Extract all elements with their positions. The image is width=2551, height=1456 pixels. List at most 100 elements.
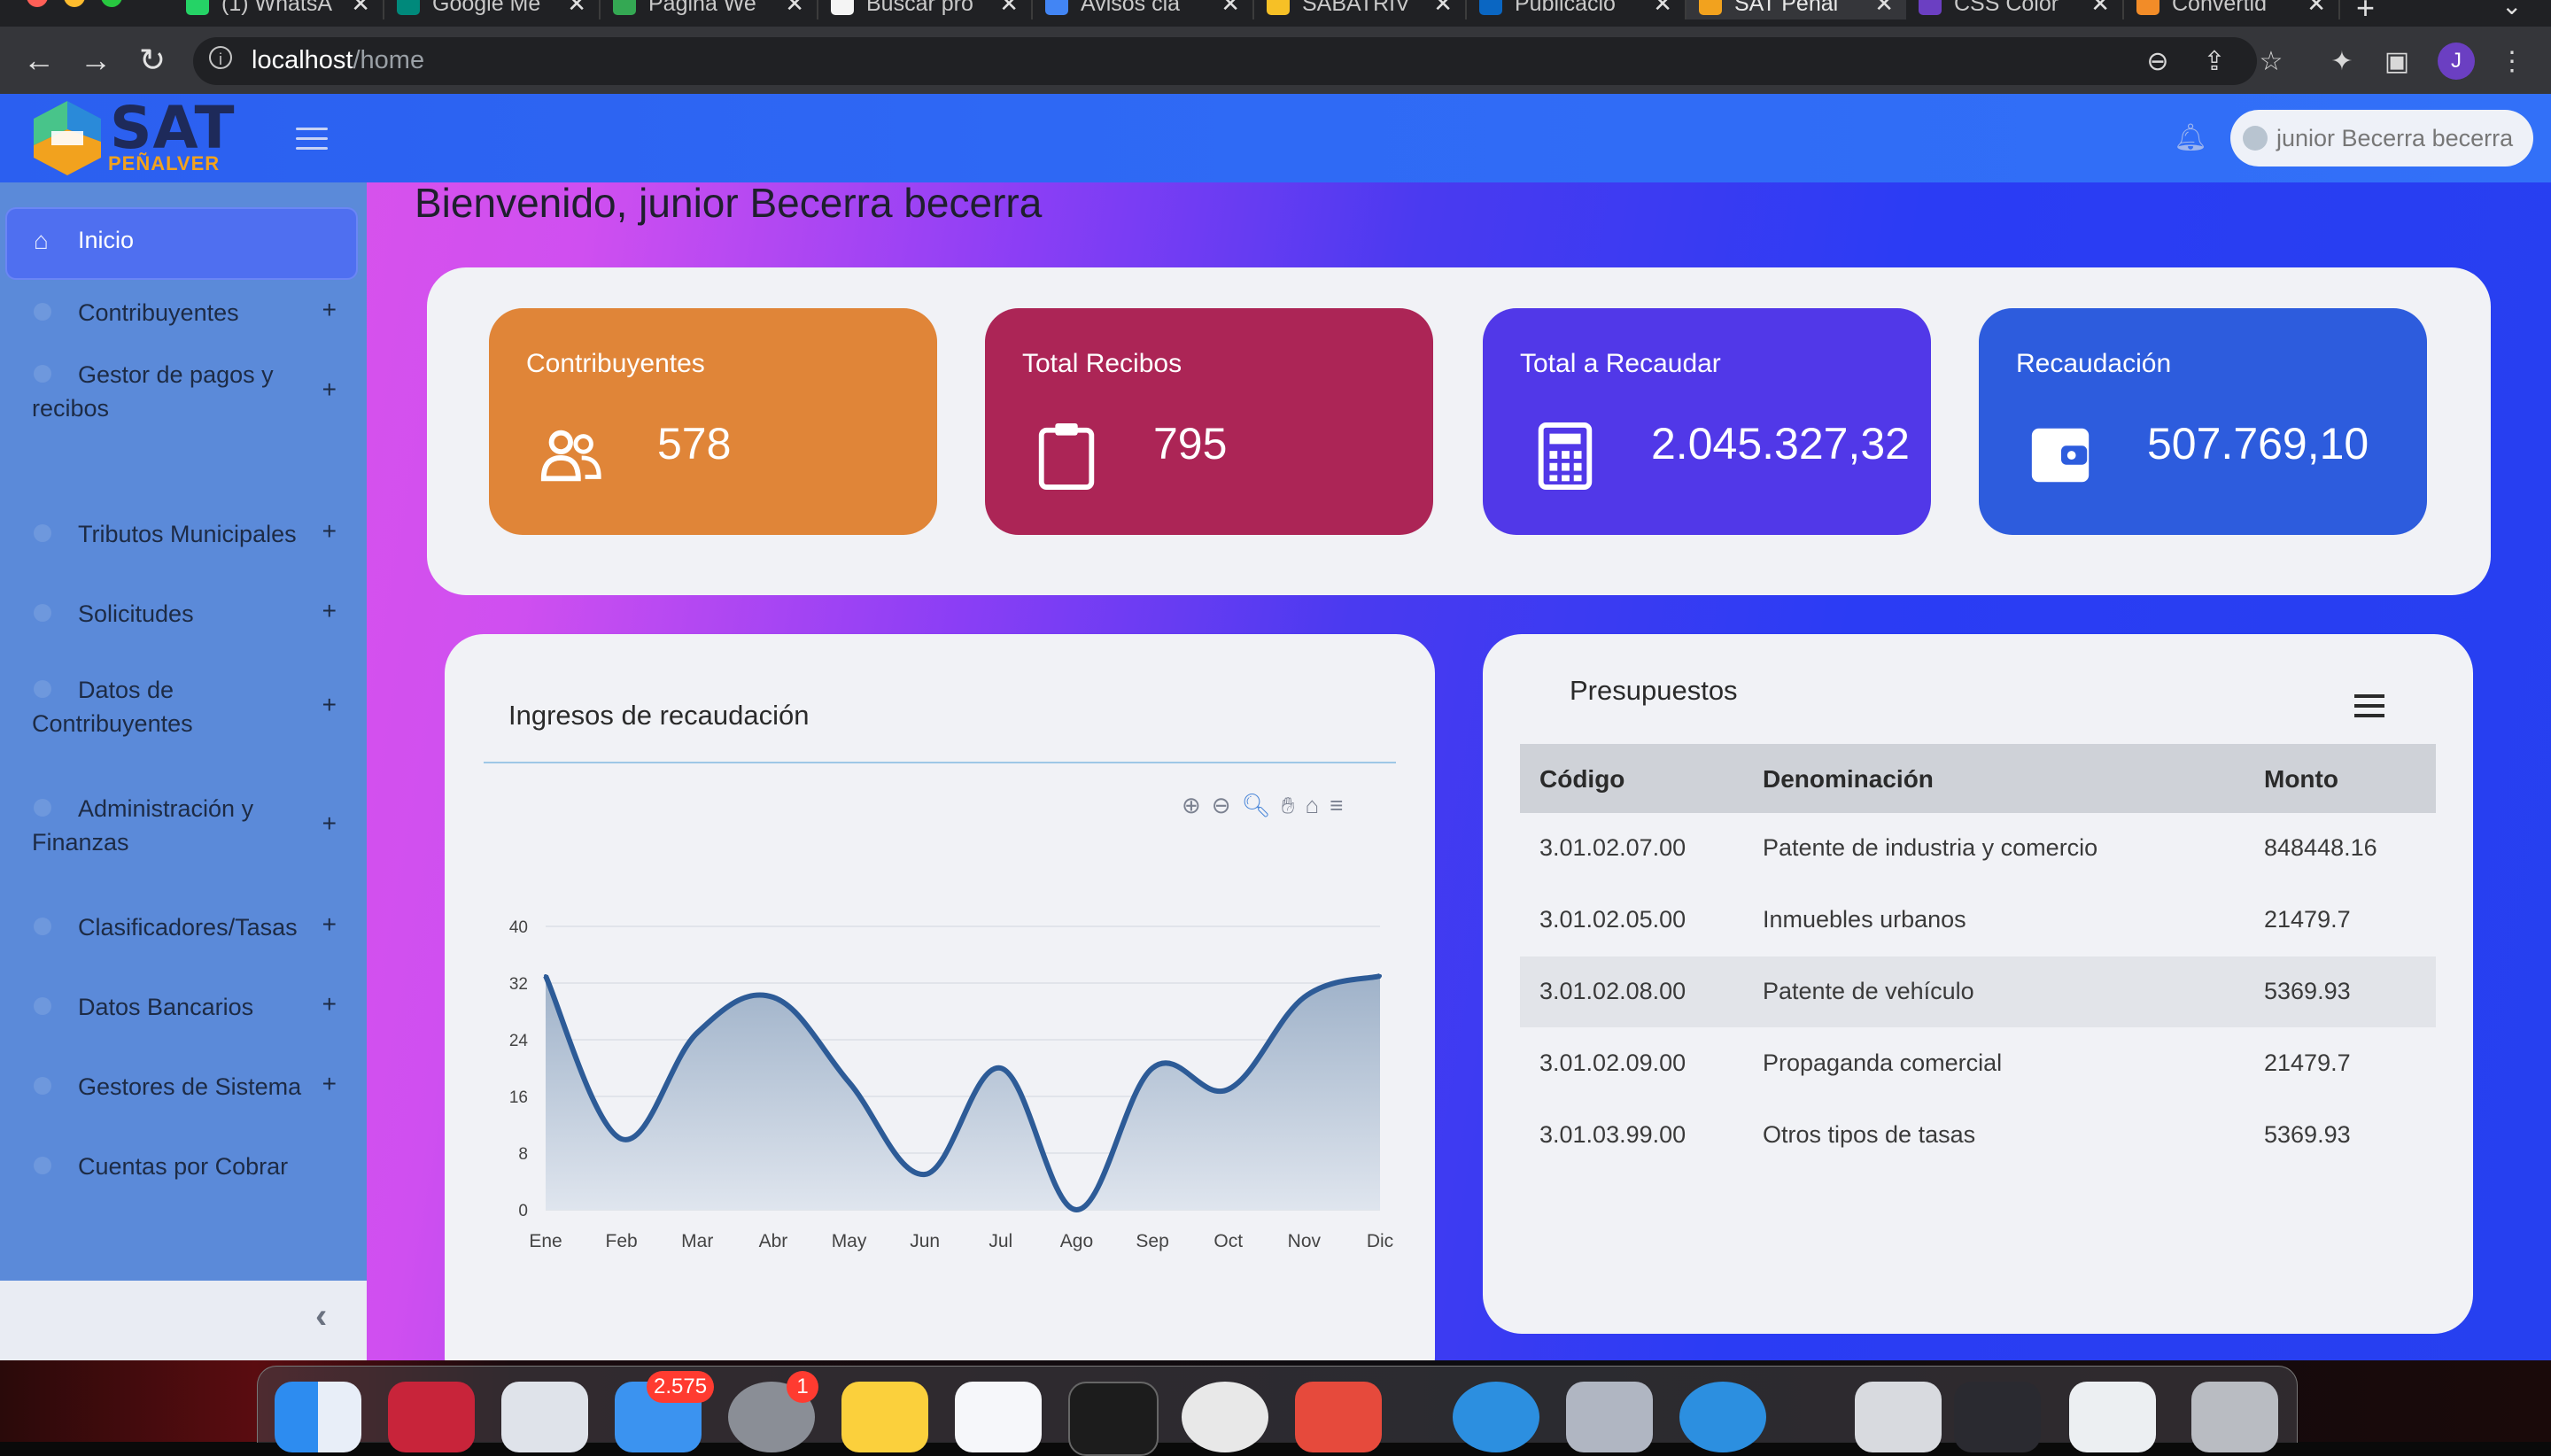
data-point[interactable]: [619, 1137, 624, 1141]
stat-card[interactable]: Total a Recaudar 2.045.327,32: [1483, 308, 1931, 535]
minimize-window-button[interactable]: [64, 0, 85, 7]
profile-avatar[interactable]: J: [2438, 43, 2475, 80]
new-tab-button[interactable]: +: [2356, 0, 2375, 27]
sidebar-item[interactable]: Solicitudes +: [7, 597, 356, 632]
site-info-icon[interactable]: i: [209, 46, 232, 69]
data-point[interactable]: [771, 995, 775, 999]
side-panel-icon[interactable]: ▣: [2379, 44, 2415, 80]
data-point[interactable]: [998, 1066, 1003, 1070]
close-tab-icon[interactable]: ✕: [1221, 0, 1240, 18]
user-menu[interactable]: junior Becerra becerra: [2230, 110, 2533, 167]
slides-app-icon[interactable]: [1295, 1382, 1382, 1452]
notifications-bell-icon[interactable]: 🔔︎: [2174, 122, 2207, 156]
column-header-denominacion[interactable]: Denominación: [1763, 765, 1934, 794]
expand-plus-icon[interactable]: +: [322, 910, 337, 939]
sidebar-toggle-icon[interactable]: [296, 128, 328, 151]
sidebar-item[interactable]: Cuentas por Cobrar: [7, 1150, 356, 1185]
browser-tab[interactable]: Publicació ✕: [1467, 0, 1686, 19]
reset-home-icon[interactable]: ⌂: [1305, 792, 1319, 820]
browser-tab[interactable]: SABATRIV ✕: [1254, 0, 1467, 19]
notes-icon[interactable]: [841, 1382, 928, 1452]
close-window-button[interactable]: [27, 0, 48, 7]
browser-tab[interactable]: Página We ✕: [601, 0, 818, 19]
launchpad-icon[interactable]: [501, 1382, 588, 1452]
data-point[interactable]: [847, 1080, 851, 1084]
expand-plus-icon[interactable]: +: [322, 296, 337, 324]
close-tab-icon[interactable]: ✕: [567, 0, 586, 18]
sidebar-item[interactable]: Contribuyentes +: [7, 296, 356, 331]
data-point[interactable]: [695, 1031, 700, 1034]
expand-plus-icon[interactable]: +: [322, 376, 337, 404]
expand-plus-icon[interactable]: +: [322, 691, 337, 719]
sidebar-item[interactable]: Datos de Contribuyentes +: [7, 673, 356, 746]
sidebar-item-inicio[interactable]: ⌂ Inicio: [7, 209, 356, 278]
data-point[interactable]: [1378, 974, 1382, 978]
address-bar[interactable]: [193, 37, 2257, 85]
vscode-icon[interactable]: [955, 1382, 1042, 1452]
data-point[interactable]: [923, 1173, 927, 1176]
zoom-out-icon[interactable]: ⊖: [1212, 792, 1231, 820]
docker-icon[interactable]: [1453, 1382, 1539, 1452]
stat-card[interactable]: Recaudación 507.769,10: [1979, 308, 2427, 535]
column-header-codigo[interactable]: Código: [1539, 765, 1624, 794]
chart-menu-icon[interactable]: ≡: [1330, 792, 1343, 820]
sidebar-collapse-bar[interactable]: ‹: [0, 1281, 367, 1360]
chrome-icon[interactable]: [1182, 1382, 1268, 1452]
url-text[interactable]: localhost/home: [252, 46, 424, 75]
browser-tab[interactable]: Buscar pro ✕: [818, 0, 1033, 19]
sidebar-item[interactable]: Tributos Municipales +: [7, 517, 356, 553]
close-tab-icon[interactable]: ✕: [1874, 0, 1894, 18]
close-tab-icon[interactable]: ✕: [2090, 0, 2110, 18]
extensions-icon[interactable]: ✦: [2324, 44, 2360, 80]
zoom-icon[interactable]: ⊖: [2140, 44, 2175, 80]
forward-button[interactable]: →: [76, 41, 115, 80]
docker-icon-2[interactable]: [1679, 1382, 1766, 1452]
close-tab-icon[interactable]: ✕: [1653, 0, 1672, 18]
tab-list-chevron-icon[interactable]: ⌄: [2501, 0, 2522, 20]
stat-card[interactable]: Contribuyentes 578: [489, 308, 937, 535]
browser-menu-icon[interactable]: ⋮: [2494, 44, 2530, 80]
browser-tab[interactable]: Google Me ✕: [384, 0, 601, 19]
screenshot-thumbnail-icon[interactable]: [1954, 1382, 2041, 1452]
data-point[interactable]: [1302, 995, 1307, 999]
expand-plus-icon[interactable]: +: [322, 809, 337, 838]
browser-tab[interactable]: Avisos cla ✕: [1033, 0, 1254, 19]
terminal-icon[interactable]: [1068, 1382, 1159, 1456]
back-button[interactable]: ←: [19, 41, 58, 80]
close-tab-icon[interactable]: ✕: [785, 0, 804, 18]
trash-icon[interactable]: [2191, 1382, 2278, 1452]
sidebar-item[interactable]: Gestores de Sistema +: [7, 1070, 356, 1105]
selection-zoom-icon[interactable]: 🔍︎: [1242, 792, 1271, 820]
close-tab-icon[interactable]: ✕: [1433, 0, 1453, 18]
bookmark-star-icon[interactable]: ☆: [2253, 44, 2289, 80]
sidebar-item[interactable]: Clasificadores/Tasas +: [7, 910, 356, 946]
expand-plus-icon[interactable]: +: [322, 597, 337, 625]
sidebar-item[interactable]: Datos Bancarios +: [7, 990, 356, 1026]
close-tab-icon[interactable]: ✕: [999, 0, 1019, 18]
expand-plus-icon[interactable]: +: [322, 1070, 337, 1098]
browser-tab[interactable]: CSS Color ✕: [1906, 0, 2124, 19]
close-tab-icon[interactable]: ✕: [351, 0, 370, 18]
browser-tab[interactable]: SAT Peñal ✕: [1686, 0, 1906, 19]
browser-tab[interactable]: Convertid ✕: [2124, 0, 2340, 19]
database-app-icon[interactable]: [388, 1382, 475, 1452]
share-icon[interactable]: ⇪: [2197, 44, 2232, 80]
zoom-in-icon[interactable]: ⊕: [1182, 792, 1201, 820]
close-tab-icon[interactable]: ✕: [2307, 0, 2326, 18]
column-header-monto[interactable]: Monto: [2264, 765, 2338, 794]
expand-plus-icon[interactable]: +: [322, 990, 337, 1018]
chevron-left-icon[interactable]: ‹: [315, 1297, 327, 1336]
expand-plus-icon[interactable]: +: [322, 517, 337, 546]
document-thumbnail-icon[interactable]: [2069, 1382, 2156, 1452]
data-point[interactable]: [1226, 1088, 1230, 1091]
sidebar-item[interactable]: Gestor de pagos y recibos +: [7, 358, 356, 430]
reload-button[interactable]: ↻: [133, 41, 172, 80]
sidebar-item[interactable]: Administración y Finanzas +: [7, 792, 356, 864]
finder-icon[interactable]: [275, 1382, 361, 1452]
stat-card[interactable]: Total Recibos 795: [985, 308, 1433, 535]
zoom-window-button[interactable]: [101, 0, 122, 7]
pan-hand-icon[interactable]: ✋︎: [1282, 792, 1295, 820]
data-point[interactable]: [1151, 1066, 1155, 1070]
budget-menu-icon[interactable]: [2354, 694, 2384, 724]
settings-gear-icon[interactable]: [1566, 1382, 1653, 1452]
